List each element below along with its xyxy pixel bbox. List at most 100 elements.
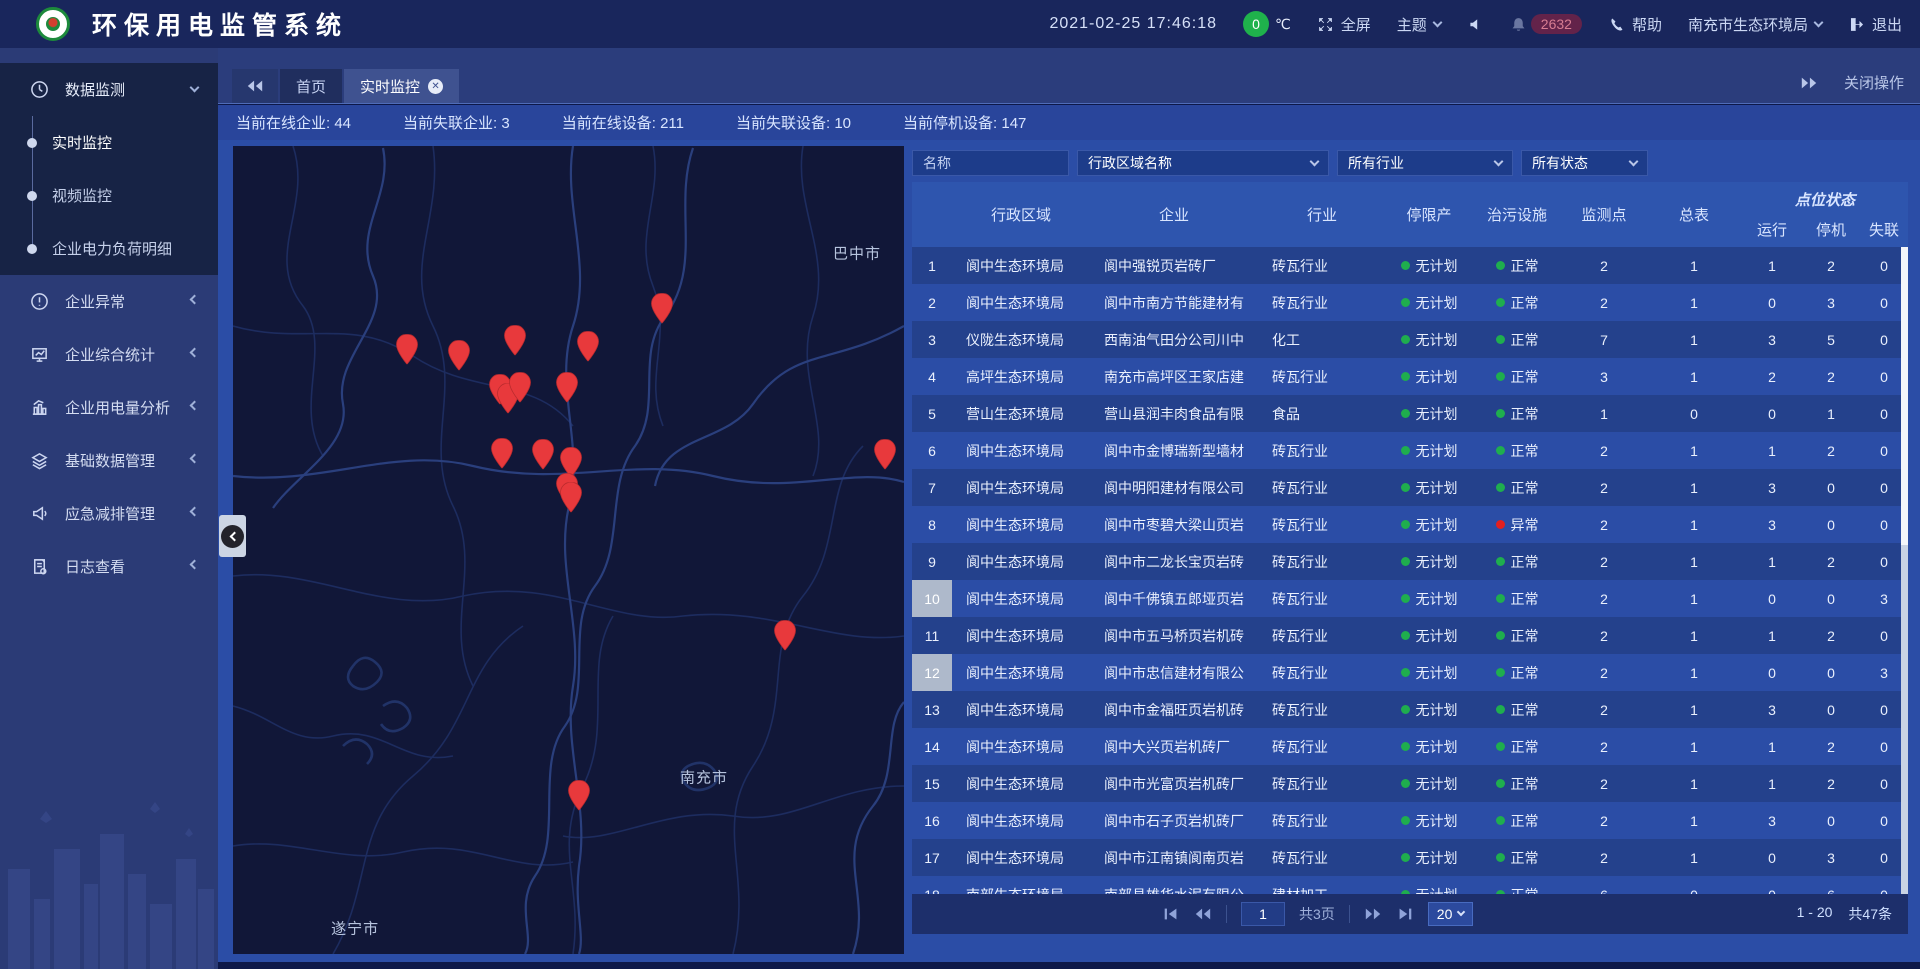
sidebar-submenu: 实时监控 视频监控 企业电力负荷明细 — [0, 116, 218, 275]
map-pin-icon[interactable] — [651, 293, 673, 323]
table-row[interactable]: 14 阆中生态环境局 阆中大兴页岩机砖厂 砖瓦行业 无计划 正常 2 1 1 2… — [912, 728, 1908, 765]
cell-running: 0 — [1742, 654, 1802, 691]
cell-region: 阆中生态环境局 — [952, 765, 1090, 802]
name-filter-field[interactable] — [912, 150, 1069, 176]
logout-button[interactable]: 退出 — [1848, 14, 1902, 35]
map-pin-icon[interactable] — [448, 340, 470, 370]
table-row[interactable]: 16 阆中生态环境局 阆中市石子页岩机砖厂 砖瓦行业 无计划 正常 2 1 3 … — [912, 802, 1908, 839]
cell-meters: 0 — [1646, 395, 1742, 432]
sidebar-item-数据监测[interactable]: 数据监测 — [0, 63, 218, 116]
tabs-scroll-left-button[interactable] — [232, 69, 278, 103]
cell-facility: 正常 — [1472, 432, 1562, 469]
tab-close-icon[interactable]: ✕ — [428, 79, 443, 94]
mute-button[interactable] — [1467, 16, 1484, 33]
app-logo-icon — [36, 7, 70, 41]
cell-region: 阆中生态环境局 — [952, 543, 1090, 580]
chevron-down-icon — [1494, 156, 1504, 166]
fullscreen-button[interactable]: 全屏 — [1317, 14, 1371, 35]
sidebar-item-企业用电量分析[interactable]: 企业用电量分析 — [0, 381, 218, 434]
theme-menu[interactable]: 主题 — [1397, 14, 1441, 35]
cell-industry: 砖瓦行业 — [1258, 543, 1386, 580]
map-pin-icon[interactable] — [577, 331, 599, 361]
table-row[interactable]: 15 阆中生态环境局 阆中市光富页岩机砖厂 砖瓦行业 无计划 正常 2 1 1 … — [912, 765, 1908, 802]
table-scrollbar[interactable] — [1901, 247, 1908, 894]
cell-meters: 1 — [1646, 284, 1742, 321]
close-operations-button[interactable]: 关闭操作 — [1844, 72, 1904, 93]
help-button[interactable]: 帮助 — [1608, 14, 1662, 35]
cell-production: 无计划 — [1386, 802, 1472, 839]
cell-facility: 异常 — [1472, 506, 1562, 543]
status-filter-select[interactable]: 所有状态 — [1521, 150, 1648, 176]
table-row[interactable]: 11 阆中生态环境局 阆中市五马桥页岩机砖 砖瓦行业 无计划 正常 2 1 1 … — [912, 617, 1908, 654]
map-pin-icon[interactable] — [774, 620, 796, 650]
cell-meters: 1 — [1646, 321, 1742, 358]
first-page-button[interactable] — [1162, 907, 1180, 921]
cell-row-number: 12 — [912, 654, 952, 691]
map-pin-icon[interactable] — [532, 440, 554, 470]
status-dot-icon — [1401, 668, 1410, 677]
cell-company: 阆中市光富页岩机砖厂 — [1090, 765, 1258, 802]
table-row[interactable]: 1 阆中生态环境局 阆中强锐页岩砖厂 砖瓦行业 无计划 正常 2 1 1 2 0 — [912, 247, 1908, 284]
status-dot-icon — [1401, 520, 1410, 529]
region-filter-select[interactable]: 行政区域名称 — [1077, 150, 1329, 176]
sidebar-item-应急减排管理[interactable]: 应急减排管理 — [0, 487, 218, 540]
sidebar-item-日志查看[interactable]: 日志查看 — [0, 540, 218, 593]
status-dot-icon — [1496, 816, 1505, 825]
map-pin-icon[interactable] — [556, 373, 578, 403]
sidebar-subitem-实时监控[interactable]: 实时监控 — [0, 116, 218, 169]
tabs-scroll-right-button[interactable] — [1800, 76, 1818, 90]
sidebar-collapse-button[interactable] — [219, 515, 246, 557]
table-row[interactable]: 7 阆中生态环境局 阆中明阳建材有限公司 砖瓦行业 无计划 正常 2 1 3 0… — [912, 469, 1908, 506]
tab-home[interactable]: 首页 — [280, 69, 342, 103]
map-pin-icon[interactable] — [874, 440, 896, 470]
table-row[interactable]: 12 阆中生态环境局 阆中市忠信建材有限公 砖瓦行业 无计划 正常 2 1 0 … — [912, 654, 1908, 691]
cell-points: 2 — [1562, 247, 1646, 284]
sidebar-item-企业综合统计[interactable]: 企业综合统计 — [0, 328, 218, 381]
prev-page-button[interactable] — [1194, 907, 1212, 921]
cell-meters: 1 — [1646, 543, 1742, 580]
table-row[interactable]: 3 仪陇生态环境局 西南油气田分公司川中 化工 无计划 正常 7 1 3 5 0 — [912, 321, 1908, 358]
scrollbar-thumb[interactable] — [1901, 247, 1908, 545]
last-page-button[interactable] — [1396, 907, 1414, 921]
sidebar-subitem-视频监控[interactable]: 视频监控 — [0, 169, 218, 222]
name-filter-input[interactable] — [923, 155, 1058, 171]
cell-points: 2 — [1562, 617, 1646, 654]
page-size-select[interactable]: 20 — [1428, 902, 1474, 926]
map-pin-icon[interactable] — [504, 325, 526, 355]
table-row[interactable]: 6 阆中生态环境局 阆中市金博瑞新型墙材 砖瓦行业 无计划 正常 2 1 1 2… — [912, 432, 1908, 469]
table-row[interactable]: 4 高坪生态环境局 南充市高坪区王家店建 砖瓦行业 无计划 正常 3 1 2 2… — [912, 358, 1908, 395]
cell-region: 阆中生态环境局 — [952, 617, 1090, 654]
sidebar-item-企业异常[interactable]: 企业异常 — [0, 275, 218, 328]
table-row[interactable]: 9 阆中生态环境局 阆中市二龙长宝页岩砖 砖瓦行业 无计划 正常 2 1 1 2… — [912, 543, 1908, 580]
table-row[interactable]: 18 南部生态环境局 南部县雄华水泥有限公 建材加工 无计划 正常 6 0 0 … — [912, 876, 1908, 894]
next-page-button[interactable] — [1364, 907, 1382, 921]
map-pin-icon[interactable] — [491, 438, 513, 468]
sidebar-item-基础数据管理[interactable]: 基础数据管理 — [0, 434, 218, 487]
cell-company: 阆中大兴页岩机砖厂 — [1090, 728, 1258, 765]
table-row[interactable]: 5 营山生态环境局 营山县润丰肉食品有限 食品 无计划 正常 1 0 0 1 0 — [912, 395, 1908, 432]
page-number-input[interactable] — [1241, 902, 1285, 926]
industry-filter-select[interactable]: 所有行业 — [1337, 150, 1513, 176]
map-panel[interactable]: 巴中市南充市遂宁市 — [233, 146, 904, 954]
table-row[interactable]: 8 阆中生态环境局 阆中市枣碧大梁山页岩 砖瓦行业 无计划 异常 2 1 3 0… — [912, 506, 1908, 543]
cell-facility: 正常 — [1472, 728, 1562, 765]
sidebar-subitem-企业电力负荷明细[interactable]: 企业电力负荷明细 — [0, 222, 218, 275]
table-row[interactable]: 2 阆中生态环境局 阆中市南方节能建材有 砖瓦行业 无计划 正常 2 1 0 3… — [912, 284, 1908, 321]
cell-facility: 正常 — [1472, 765, 1562, 802]
cell-production: 无计划 — [1386, 284, 1472, 321]
chevron-icon — [190, 295, 200, 305]
map-pin-icon[interactable] — [560, 447, 582, 477]
notification-button[interactable]: 2632 — [1510, 14, 1582, 34]
tab-realtime-monitor[interactable]: 实时监控 ✕ — [344, 69, 459, 103]
table-row[interactable]: 10 阆中生态环境局 阆中千佛镇五郎垭页岩 砖瓦行业 无计划 正常 2 1 0 … — [912, 580, 1908, 617]
map-pin-icon[interactable] — [568, 781, 590, 811]
table-row[interactable]: 17 阆中生态环境局 阆中市江南镇阆南页岩 砖瓦行业 无计划 正常 2 1 0 … — [912, 839, 1908, 876]
map-pin-icon[interactable] — [396, 334, 418, 364]
fullscreen-icon — [1317, 16, 1334, 33]
map-pin-icon[interactable] — [509, 372, 531, 402]
map-pin-icon[interactable] — [560, 482, 582, 512]
cell-meters: 1 — [1646, 765, 1742, 802]
table-row[interactable]: 13 阆中生态环境局 阆中市金福旺页岩机砖 砖瓦行业 无计划 正常 2 1 3 … — [912, 691, 1908, 728]
org-menu[interactable]: 南充市生态环境局 — [1688, 14, 1822, 35]
cell-meters: 1 — [1646, 432, 1742, 469]
